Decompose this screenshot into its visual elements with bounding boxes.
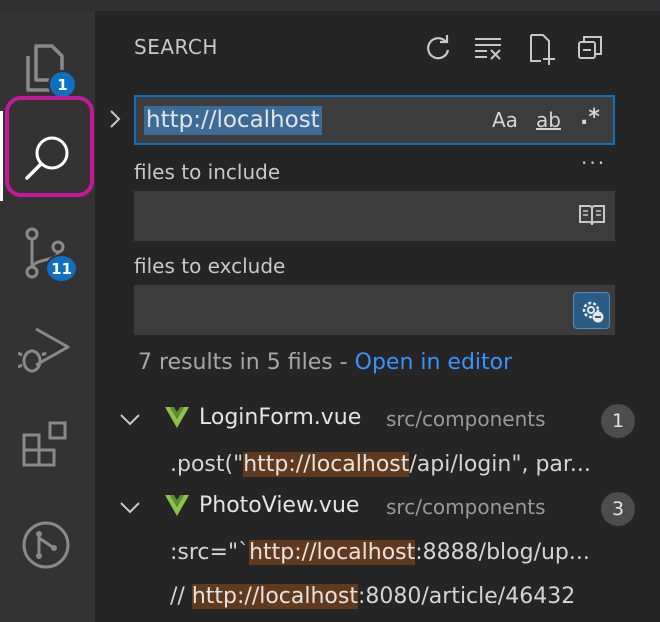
match-case-toggle[interactable]: Aa <box>492 108 518 132</box>
results-count-text: 7 results in 5 files - <box>138 350 355 375</box>
clear-results-button[interactable] <box>473 33 503 63</box>
active-indicator <box>0 111 3 201</box>
window-top-strip <box>0 0 660 11</box>
extensions-icon <box>22 421 67 467</box>
search-query-text: http://localhost <box>144 106 322 135</box>
run-debug-icon <box>18 327 70 373</box>
refresh-icon <box>427 35 450 60</box>
match-prefix: :src="` <box>170 540 250 565</box>
activity-run-debug[interactable] <box>0 311 95 401</box>
result-match-line[interactable]: :src="`http://localhost:8888/blog/up... <box>170 540 640 565</box>
result-file-name: PhotoView.vue <box>199 493 360 518</box>
match-suffix: :8080/article/46432 <box>357 584 576 609</box>
open-in-editor-link[interactable]: Open in editor <box>355 350 513 375</box>
files-exclude-label: files to exclude <box>134 254 286 278</box>
use-regex-toggle[interactable]: .* <box>580 105 600 130</box>
match-highlight: http://localhost <box>191 584 358 609</box>
search-sidebar: SEARCH http://localhost Aa ab .* ··· fil… <box>95 11 660 622</box>
match-suffix: /api/login", par... <box>409 452 591 477</box>
activity-extensions[interactable] <box>0 411 95 501</box>
result-count-badge: 3 <box>601 492 635 526</box>
match-highlight: http://localhost <box>243 452 410 477</box>
clear-results-icon <box>475 38 501 60</box>
result-file-row[interactable]: PhotoView.vue src/components 3 <box>95 491 660 527</box>
results-summary: 7 results in 5 files - Open in editor <box>138 350 512 375</box>
search-input[interactable]: http://localhost Aa ab .* <box>134 95 615 145</box>
remote-explorer-icon <box>22 521 70 569</box>
search-focus-highlight <box>5 96 94 197</box>
collapse-all-button[interactable] <box>575 33 605 63</box>
result-file-path: src/components <box>386 407 546 431</box>
result-file-row[interactable]: LoginForm.vue src/components 1 <box>95 403 660 439</box>
result-match-line[interactable]: // http://localhost:8080/article/46432 <box>170 584 640 609</box>
collapse-all-icon <box>578 36 602 59</box>
activity-source-control[interactable]: 11 <box>0 211 95 301</box>
new-search-editor-button[interactable] <box>527 33 557 65</box>
use-exclude-settings-button[interactable] <box>573 292 610 329</box>
gear-exclude-icon <box>582 301 604 323</box>
result-file-name: LoginForm.vue <box>199 405 362 430</box>
open-editors-only-book-icon[interactable] <box>578 203 606 227</box>
match-prefix: // <box>170 584 192 609</box>
new-search-editor-icon <box>530 34 555 65</box>
toggle-search-details-button[interactable]: ··· <box>581 151 606 175</box>
result-file-path: src/components <box>386 495 546 519</box>
match-prefix: .post(" <box>170 452 244 477</box>
match-highlight: http://localhost <box>249 540 416 565</box>
result-count-badge: 1 <box>601 404 635 438</box>
chevron-down-icon[interactable] <box>119 413 141 427</box>
source-control-badge: 11 <box>45 254 78 283</box>
explorer-badge: 1 <box>48 70 77 99</box>
files-include-input[interactable] <box>134 191 615 241</box>
vue-file-icon <box>165 407 189 428</box>
files-exclude-input[interactable] <box>134 285 615 335</box>
activity-remote[interactable] <box>0 501 95 591</box>
match-whole-word-toggle[interactable]: ab <box>536 108 561 132</box>
refresh-button[interactable] <box>423 33 453 63</box>
chevron-down-icon[interactable] <box>119 501 141 515</box>
result-match-line[interactable]: .post("http://localhost/api/login", par.… <box>170 452 640 477</box>
sidebar-title: SEARCH <box>134 35 218 59</box>
files-include-label: files to include <box>134 160 281 184</box>
match-suffix: :8888/blog/up... <box>415 540 590 565</box>
toggle-replace-chevron-icon[interactable] <box>108 109 122 129</box>
vue-file-icon <box>165 495 189 516</box>
